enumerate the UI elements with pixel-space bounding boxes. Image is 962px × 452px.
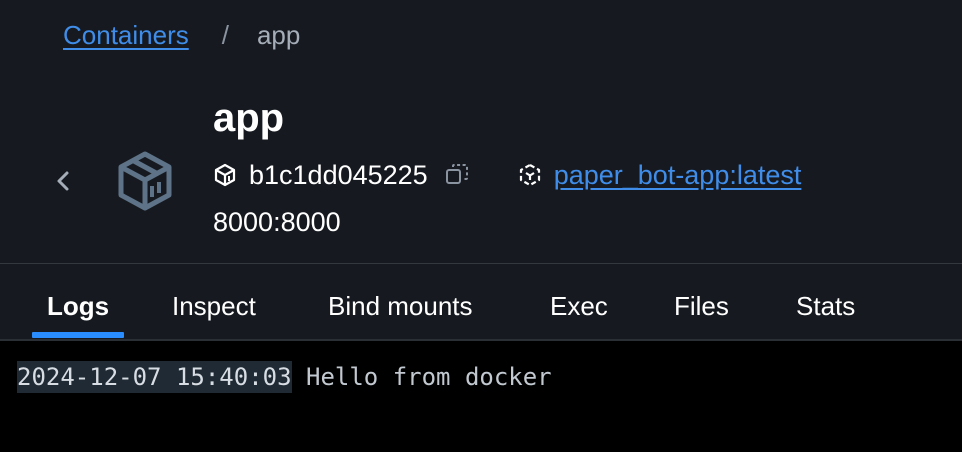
container-name: app bbox=[213, 96, 285, 140]
log-message: Hello from docker bbox=[291, 363, 552, 391]
image-icon bbox=[519, 163, 540, 187]
tab-files[interactable]: Files bbox=[674, 264, 729, 340]
tab-bar: Logs Inspect Bind mounts Exec Files Stat… bbox=[0, 264, 962, 340]
breadcrumb-separator: / bbox=[221, 19, 229, 50]
log-timestamp: 2024-12-07 15:40:03 bbox=[17, 361, 292, 393]
active-tab-indicator bbox=[32, 332, 124, 338]
chevron-left-icon[interactable] bbox=[52, 166, 74, 196]
tab-stats[interactable]: Stats bbox=[796, 264, 855, 340]
container-meta: b1c1dd045225 paper_bot-app:latest bbox=[213, 156, 801, 194]
tab-bind-mounts[interactable]: Bind mounts bbox=[328, 264, 473, 340]
container-id-icon bbox=[214, 163, 236, 187]
container-box-icon bbox=[118, 151, 172, 211]
tab-exec[interactable]: Exec bbox=[550, 264, 608, 340]
breadcrumb-current: app bbox=[256, 19, 301, 50]
port-mapping[interactable]: 8000:8000 bbox=[213, 203, 341, 241]
breadcrumb-containers-link[interactable]: Containers bbox=[63, 20, 189, 51]
log-line: 2024-12-07 15:40:03 Hello from docker bbox=[17, 360, 552, 394]
container-id: b1c1dd045225 bbox=[249, 159, 428, 190]
tab-logs[interactable]: Logs bbox=[47, 264, 109, 340]
container-header: Containers / app app b1c1dd045225 paper_… bbox=[0, 0, 962, 263]
image-link[interactable]: paper_bot-app:latest bbox=[554, 160, 802, 191]
log-output[interactable]: 2024-12-07 15:40:03 Hello from docker bbox=[0, 341, 962, 452]
breadcrumb: Containers / app bbox=[63, 18, 300, 52]
tab-inspect[interactable]: Inspect bbox=[172, 264, 256, 340]
copy-icon[interactable] bbox=[444, 162, 470, 188]
